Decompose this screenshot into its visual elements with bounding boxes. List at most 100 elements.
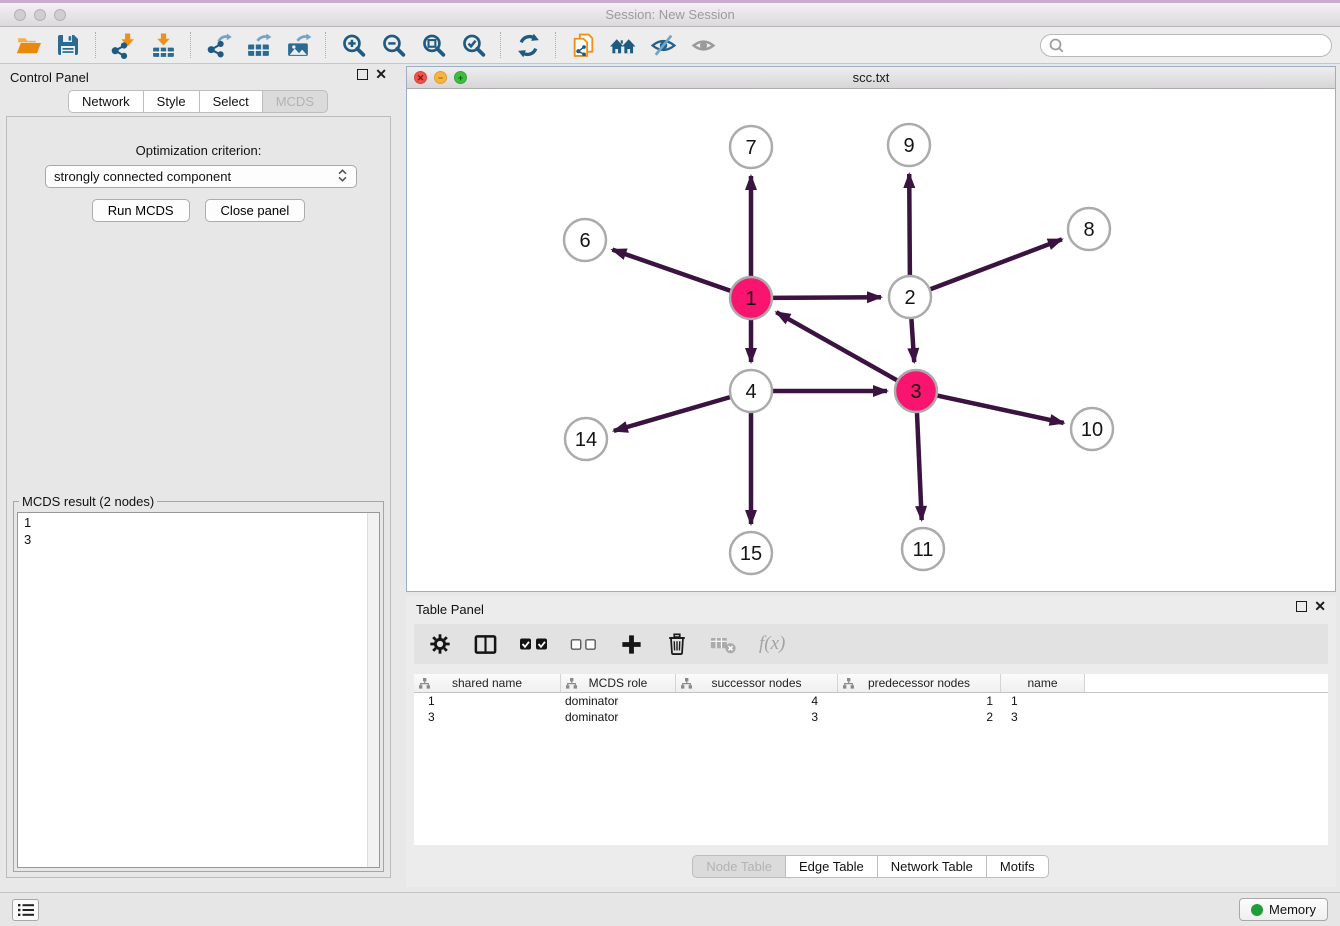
homes-icon: [609, 32, 637, 59]
table-header-row: shared nameMCDS rolesuccessor nodesprede…: [414, 674, 1328, 693]
network-canvas[interactable]: 7 9 6 8 1 2 4 3 14 10 15 11: [407, 89, 1335, 591]
svg-text:11: 11: [913, 539, 934, 561]
add-column-button[interactable]: [619, 632, 644, 657]
criterion-select[interactable]: strongly connected component: [45, 165, 357, 188]
float-table-panel-icon[interactable]: [1296, 601, 1307, 612]
graph-node-1[interactable]: 1: [730, 277, 772, 319]
cell-successor-nodes[interactable]: 3: [676, 709, 838, 725]
select-chevrons-icon: [337, 168, 348, 186]
cell-shared-name[interactable]: 3: [414, 709, 561, 725]
mcds-result-list[interactable]: 13: [17, 512, 380, 868]
graph-node-3[interactable]: 3: [895, 370, 937, 412]
graph-edge-2-8[interactable]: [929, 239, 1062, 290]
save-session-button[interactable]: [48, 30, 88, 61]
graph-node-11[interactable]: 11: [902, 528, 944, 570]
network-window-title: scc.txt: [407, 70, 1335, 85]
zoom-fit-button[interactable]: [413, 30, 453, 61]
cell-name[interactable]: 1: [1001, 693, 1085, 709]
apply-function-button[interactable]: f(x): [759, 633, 785, 655]
export-network-button[interactable]: [198, 30, 238, 61]
column-header-successor-nodes[interactable]: successor nodes: [676, 674, 838, 692]
task-history-button[interactable]: [12, 899, 39, 921]
select-all-button[interactable]: [519, 636, 549, 652]
eye-icon: [690, 32, 717, 59]
column-header-filler: [1085, 674, 1328, 692]
cell-predecessor-nodes[interactable]: 1: [838, 693, 1001, 709]
import-table-button[interactable]: [143, 30, 183, 61]
zoom-in-button[interactable]: [333, 30, 373, 61]
gear-icon: [428, 632, 452, 656]
graph-edge-2-9[interactable]: [909, 174, 910, 277]
search-input[interactable]: [1064, 37, 1324, 53]
network-window-titlebar[interactable]: ✕ − + scc.txt: [407, 67, 1335, 89]
deselect-all-button[interactable]: [570, 637, 598, 652]
delete-table-button[interactable]: [710, 634, 738, 655]
float-panel-icon[interactable]: [357, 69, 368, 80]
split-view-button[interactable]: [473, 632, 498, 657]
graph-node-6[interactable]: 6: [564, 219, 606, 261]
refresh-view-button[interactable]: [508, 30, 548, 61]
import-network-button[interactable]: [103, 30, 143, 61]
graph-edge-3-10[interactable]: [936, 395, 1064, 423]
cell-name[interactable]: 3: [1001, 709, 1085, 725]
clone-network-button[interactable]: [563, 30, 603, 61]
optimization-criterion-label: Optimization criterion:: [7, 143, 390, 158]
export-image-button[interactable]: [278, 30, 318, 61]
column-header-name[interactable]: name: [1001, 674, 1085, 692]
table-settings-button[interactable]: [428, 632, 452, 656]
graph-edge-1-6[interactable]: [612, 250, 732, 292]
tab-motifs[interactable]: Motifs: [986, 855, 1049, 878]
graph-node-7[interactable]: 7: [730, 126, 772, 168]
column-header-shared-name[interactable]: shared name: [414, 674, 561, 692]
cell-successor-nodes[interactable]: 4: [676, 693, 838, 709]
graph-node-2[interactable]: 2: [889, 276, 931, 318]
close-table-panel-icon[interactable]: ✕: [1314, 601, 1326, 612]
node-table[interactable]: shared nameMCDS rolesuccessor nodesprede…: [414, 674, 1328, 845]
graph-node-4[interactable]: 4: [730, 370, 772, 412]
cell-predecessor-nodes[interactable]: 2: [838, 709, 1001, 725]
graph-node-14[interactable]: 14: [565, 418, 607, 460]
graph-edge-1-2[interactable]: [771, 297, 881, 298]
cell-MCDS-role[interactable]: dominator: [561, 693, 676, 709]
column-header-MCDS-role[interactable]: MCDS role: [561, 674, 676, 692]
close-panel-icon[interactable]: ✕: [375, 69, 387, 80]
tab-mcds[interactable]: MCDS: [262, 90, 328, 113]
tab-select[interactable]: Select: [199, 90, 263, 113]
graph-edge-2-3[interactable]: [911, 317, 914, 362]
table-row[interactable]: 3dominator323: [414, 709, 1328, 725]
graph-node-8[interactable]: 8: [1068, 208, 1110, 250]
tab-network[interactable]: Network: [68, 90, 144, 113]
cell-shared-name[interactable]: 1: [414, 693, 561, 709]
criterion-value: strongly connected component: [54, 169, 231, 184]
cell-MCDS-role[interactable]: dominator: [561, 709, 676, 725]
zoom-out-button[interactable]: [373, 30, 413, 61]
graph-node-10[interactable]: 10: [1071, 408, 1113, 450]
graph-node-9[interactable]: 9: [888, 124, 930, 166]
column-type-icon: [565, 677, 578, 690]
memory-button[interactable]: Memory: [1239, 898, 1328, 921]
control-panel: Control Panel ✕ NetworkStyleSelectMCDS O…: [0, 64, 397, 892]
tab-style[interactable]: Style: [143, 90, 200, 113]
column-header-predecessor-nodes[interactable]: predecessor nodes: [838, 674, 1001, 692]
preview-button[interactable]: [683, 30, 723, 61]
tab-edge-table[interactable]: Edge Table: [785, 855, 878, 878]
export-table-button[interactable]: [238, 30, 278, 61]
graph-node-15[interactable]: 15: [730, 532, 772, 574]
delete-column-button[interactable]: [665, 632, 689, 656]
zoom-selected-button[interactable]: [453, 30, 493, 61]
graph-edge-3-1[interactable]: [776, 312, 898, 381]
tab-network-table[interactable]: Network Table: [877, 855, 987, 878]
home-layout-button[interactable]: [603, 30, 643, 61]
graph-edge-3-11[interactable]: [917, 411, 922, 520]
run-mcds-button[interactable]: Run MCDS: [92, 199, 190, 222]
tab-node-table[interactable]: Node Table: [692, 855, 786, 878]
close-panel-button[interactable]: Close panel: [205, 199, 306, 222]
svg-text:9: 9: [903, 135, 914, 157]
control-panel-tabs: NetworkStyleSelectMCDS: [0, 90, 397, 113]
graph-edge-4-14[interactable]: [614, 397, 732, 431]
show-hide-panels-button[interactable]: [643, 30, 683, 61]
open-session-button[interactable]: [8, 30, 48, 61]
search-box[interactable]: [1040, 34, 1332, 57]
table-row[interactable]: 1dominator411: [414, 693, 1328, 709]
fx-icon: f(x): [759, 633, 785, 655]
